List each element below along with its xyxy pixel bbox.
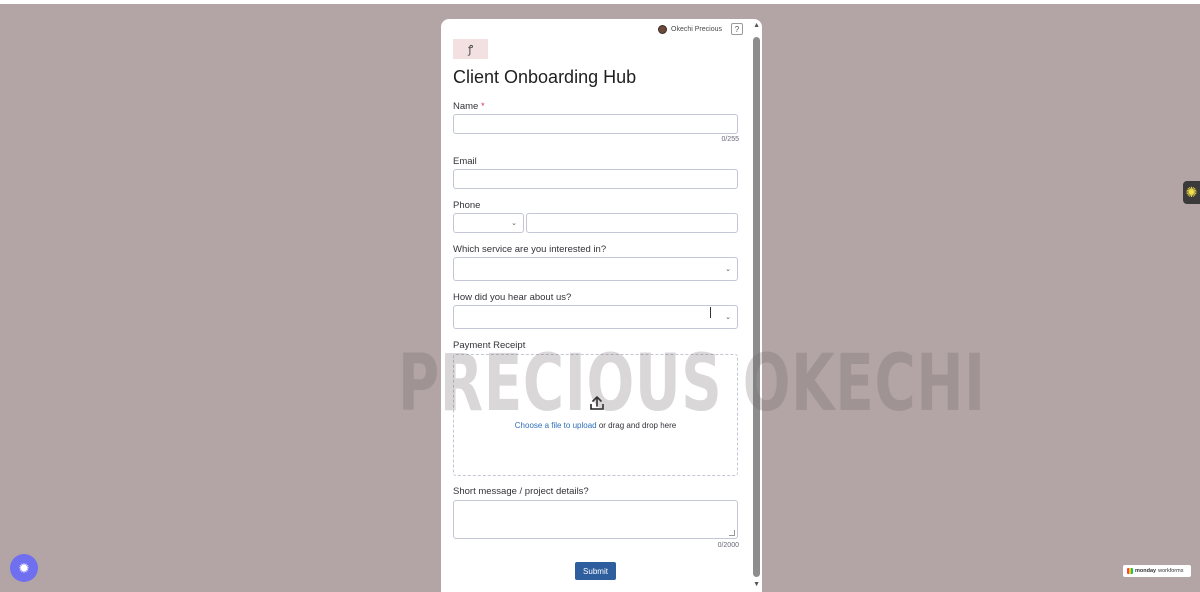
form-card: ▲ ▼ Okechi Precious ? ꝭ Client Onboardin… [441, 19, 762, 592]
upload-icon [590, 396, 604, 410]
scroll-down-icon[interactable]: ▼ [753, 581, 760, 588]
email-label: Email [453, 156, 477, 167]
scrollbar[interactable] [753, 37, 760, 577]
chevron-down-icon: ⌄ [725, 314, 731, 321]
name-label: Name * [453, 101, 485, 112]
help-button[interactable]: ? [731, 23, 743, 35]
referral-label: How did you hear about us? [453, 292, 572, 303]
submit-button[interactable]: Submit [575, 562, 616, 580]
badge-brand: monday [1135, 568, 1157, 574]
required-mark: * [480, 101, 485, 112]
monday-logo-icon [1127, 568, 1133, 574]
phone-country-select[interactable]: ⌄ [453, 213, 524, 233]
message-textarea[interactable] [453, 500, 738, 539]
chevron-down-icon: ⌄ [725, 266, 731, 273]
accessibility-icon[interactable]: ✹ [10, 554, 38, 582]
receipt-label: Payment Receipt [453, 340, 526, 351]
sunburst-icon[interactable]: ✺ [1183, 181, 1200, 204]
upload-text: Choose a file to upload or drag and drop… [454, 421, 737, 430]
top-strip [0, 0, 1200, 4]
scroll-up-icon[interactable]: ▲ [753, 22, 760, 29]
monday-workforms-badge[interactable]: monday workforms [1123, 565, 1191, 577]
form-logo: ꝭ [453, 39, 488, 59]
message-label: Short message / project details? [453, 486, 589, 497]
resize-handle[interactable] [729, 530, 735, 536]
referral-select[interactable]: ⌄ [453, 305, 738, 329]
phone-input[interactable] [526, 213, 738, 233]
name-label-text: Name [453, 101, 479, 112]
service-label: Which service are you interested in? [453, 244, 607, 255]
chevron-down-icon: ⌄ [511, 220, 517, 227]
badge-product: workforms [1158, 568, 1184, 574]
message-counter: 0/2000 [717, 542, 739, 549]
upload-link[interactable]: Choose a file to upload [515, 421, 597, 430]
name-counter: 0/255 [721, 136, 739, 143]
phone-label: Phone [453, 200, 481, 211]
name-input[interactable] [453, 114, 738, 134]
email-input[interactable] [453, 169, 738, 189]
user-chip[interactable]: Okechi Precious [658, 25, 722, 34]
user-name: Okechi Precious [671, 26, 722, 33]
avatar [658, 25, 668, 34]
file-dropzone[interactable]: Choose a file to upload or drag and drop… [453, 354, 738, 476]
form-title: Client Onboarding Hub [453, 67, 637, 87]
upload-hint: or drag and drop here [598, 421, 677, 430]
service-select[interactable]: ⌄ [453, 257, 738, 281]
text-cursor [710, 307, 711, 318]
